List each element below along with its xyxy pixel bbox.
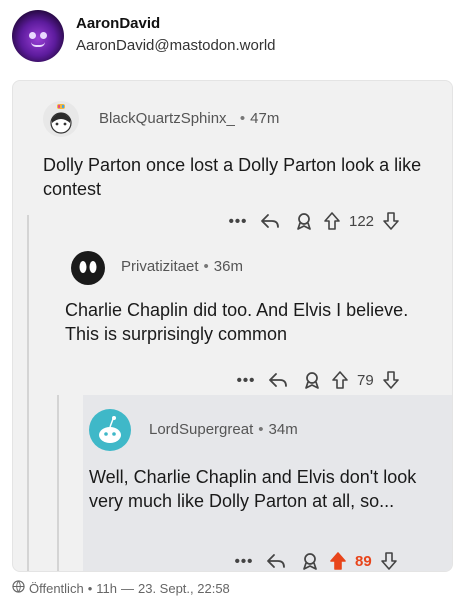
- more-options-button[interactable]: •••: [223, 209, 253, 233]
- post-age[interactable]: 11h: [96, 581, 117, 596]
- award-button[interactable]: [295, 368, 329, 392]
- avatar-eye: [29, 32, 36, 39]
- commenter-avatar[interactable]: [43, 101, 79, 137]
- comment-actions: ••• 89: [229, 549, 400, 571]
- commenter-avatar[interactable]: [89, 409, 131, 451]
- comment-age: 34m: [268, 421, 298, 438]
- meta-separator: •: [258, 421, 264, 438]
- comment-actions: ••• 122: [223, 209, 402, 233]
- reddit-thread-screenshot: BlackQuartzSphinx_ • 47m Dolly Parton once…: [13, 81, 452, 571]
- upvote-button-active[interactable]: [327, 549, 349, 571]
- comment-meta: LordSupergreat • 34m: [149, 421, 298, 438]
- commenter-username[interactable]: LordSupergreat: [149, 421, 253, 438]
- comment-actions: ••• 79: [231, 368, 402, 392]
- commenter-username[interactable]: Privatizitaet: [121, 258, 199, 275]
- reply-button[interactable]: [253, 209, 287, 233]
- avatar-mouth: [31, 42, 45, 47]
- award-button[interactable]: [287, 209, 321, 233]
- comment: BlackQuartzSphinx_ • 47m Dolly Parton once…: [13, 81, 452, 241]
- post-footer: Öffentlich • 11h — 23. Sept., 22:58: [12, 580, 230, 596]
- user-avatar[interactable]: [12, 10, 64, 62]
- award-icon: [305, 372, 319, 389]
- upvote-button[interactable]: [329, 368, 351, 392]
- reply-icon: [267, 554, 285, 568]
- vote-score: 89: [355, 552, 372, 570]
- downvote-arrow-icon: [383, 212, 399, 230]
- footer-dash: —: [120, 580, 134, 596]
- vote-score: 122: [349, 212, 375, 230]
- user-handle[interactable]: AaronDavid@mastodon.world: [76, 37, 276, 54]
- meta-separator: •: [239, 110, 246, 127]
- footer-separator: •: [87, 580, 93, 596]
- comment: LordSupergreat • 34m Well, Charlie Chaplin…: [83, 395, 452, 571]
- avatar-eye: [40, 32, 47, 39]
- award-button[interactable]: [293, 549, 327, 571]
- comment-age: 47m: [250, 110, 280, 127]
- post-header: AaronDavid AaronDavid@mastodon.world: [12, 10, 448, 74]
- comment-text: Dolly Parton once lost a Dolly Parton lo…: [43, 155, 422, 199]
- downvote-arrow-icon: [380, 552, 397, 570]
- upvote-button[interactable]: [321, 209, 343, 233]
- visibility-label: Öffentlich: [29, 580, 84, 596]
- post-date[interactable]: 23. Sept., 22:58: [138, 581, 230, 596]
- award-icon: [297, 213, 311, 230]
- upvote-arrow-icon: [332, 371, 348, 389]
- snoo-avatar-icon: [99, 416, 121, 443]
- upvote-arrow-icon: [324, 212, 340, 230]
- comment-text: Charlie Chaplin did too. And Elvis I bel…: [65, 300, 409, 344]
- meta-separator: •: [203, 258, 209, 275]
- upvote-arrow-icon: [330, 552, 346, 570]
- downvote-button[interactable]: [380, 209, 402, 233]
- comment-text: Well, Charlie Chaplin and Elvis don't lo…: [89, 467, 417, 511]
- snoo-avatar-icon: [50, 104, 72, 134]
- award-icon: [303, 553, 317, 570]
- commenter-avatar[interactable]: [71, 251, 105, 285]
- vote-score: 79: [357, 371, 374, 389]
- downvote-button[interactable]: [380, 368, 402, 392]
- reply-button[interactable]: [261, 368, 295, 392]
- black-avatar-icon: [79, 261, 97, 273]
- downvote-arrow-icon: [382, 371, 399, 389]
- globe-icon: [12, 580, 25, 596]
- reply-icon: [261, 214, 279, 228]
- comment-age: 36m: [213, 258, 243, 275]
- downvote-button[interactable]: [378, 549, 400, 571]
- comment-meta: Privatizitaet • 36m: [121, 258, 243, 275]
- comment-meta: BlackQuartzSphinx_ • 47m: [99, 110, 279, 127]
- reply-button[interactable]: [259, 549, 293, 571]
- media-attachment[interactable]: BlackQuartzSphinx_ • 47m Dolly Parton once…: [12, 80, 453, 572]
- thread-line: [57, 395, 59, 571]
- more-options-button[interactable]: •••: [229, 549, 259, 571]
- commenter-username[interactable]: BlackQuartzSphinx_: [99, 110, 235, 127]
- display-name[interactable]: AaronDavid: [76, 15, 160, 32]
- reply-icon: [269, 373, 287, 387]
- more-options-button[interactable]: •••: [231, 368, 261, 392]
